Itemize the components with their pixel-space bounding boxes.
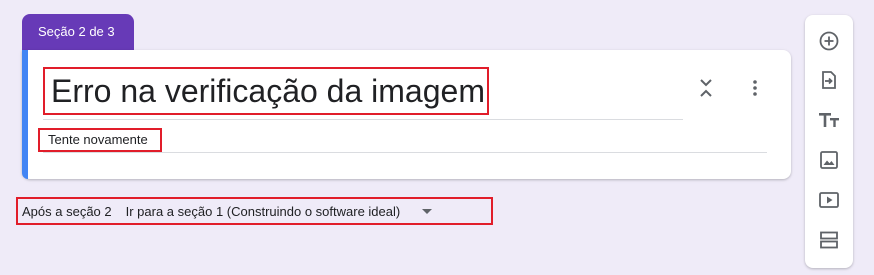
more-vert-icon (753, 80, 757, 96)
video-icon (819, 192, 839, 208)
section-description-input[interactable]: Tente novamente (38, 128, 162, 152)
section-card: Erro na verificação da imagem Tente nova… (22, 50, 791, 179)
add-question-button[interactable] (817, 29, 841, 53)
after-section-label: Após a seção 2 (22, 203, 112, 219)
import-questions-button[interactable] (817, 68, 841, 92)
section-title-input[interactable]: Erro na verificação da imagem (43, 67, 489, 115)
after-section-dropdown[interactable]: Ir para a seção 1 (Construindo o softwar… (126, 204, 433, 219)
collapse-icon (700, 79, 712, 97)
title-underline (43, 119, 683, 120)
description-underline (43, 152, 767, 153)
after-section-navigation: Após a seção 2 Ir para a seção 1 (Constr… (16, 197, 493, 225)
add-image-button[interactable] (817, 148, 841, 172)
section-tab: Seção 2 de 3 (22, 14, 134, 52)
add-title-button[interactable] (817, 108, 841, 132)
section-icon (820, 231, 838, 249)
dropdown-arrow-icon (422, 208, 433, 214)
add-section-button[interactable] (817, 228, 841, 252)
import-icon (822, 71, 836, 89)
collapse-section-button[interactable] (694, 76, 718, 100)
section-tab-label: Seção 2 de 3 (38, 24, 115, 39)
title-text-icon (819, 113, 839, 127)
more-options-button[interactable] (743, 76, 767, 100)
image-icon (820, 151, 838, 169)
floating-toolbar (805, 15, 853, 268)
after-section-selected: Ir para a seção 1 (Construindo o softwar… (125, 203, 401, 219)
card-accent-bar (22, 50, 28, 179)
add-video-button[interactable] (817, 188, 841, 212)
add-circle-icon (819, 31, 839, 51)
